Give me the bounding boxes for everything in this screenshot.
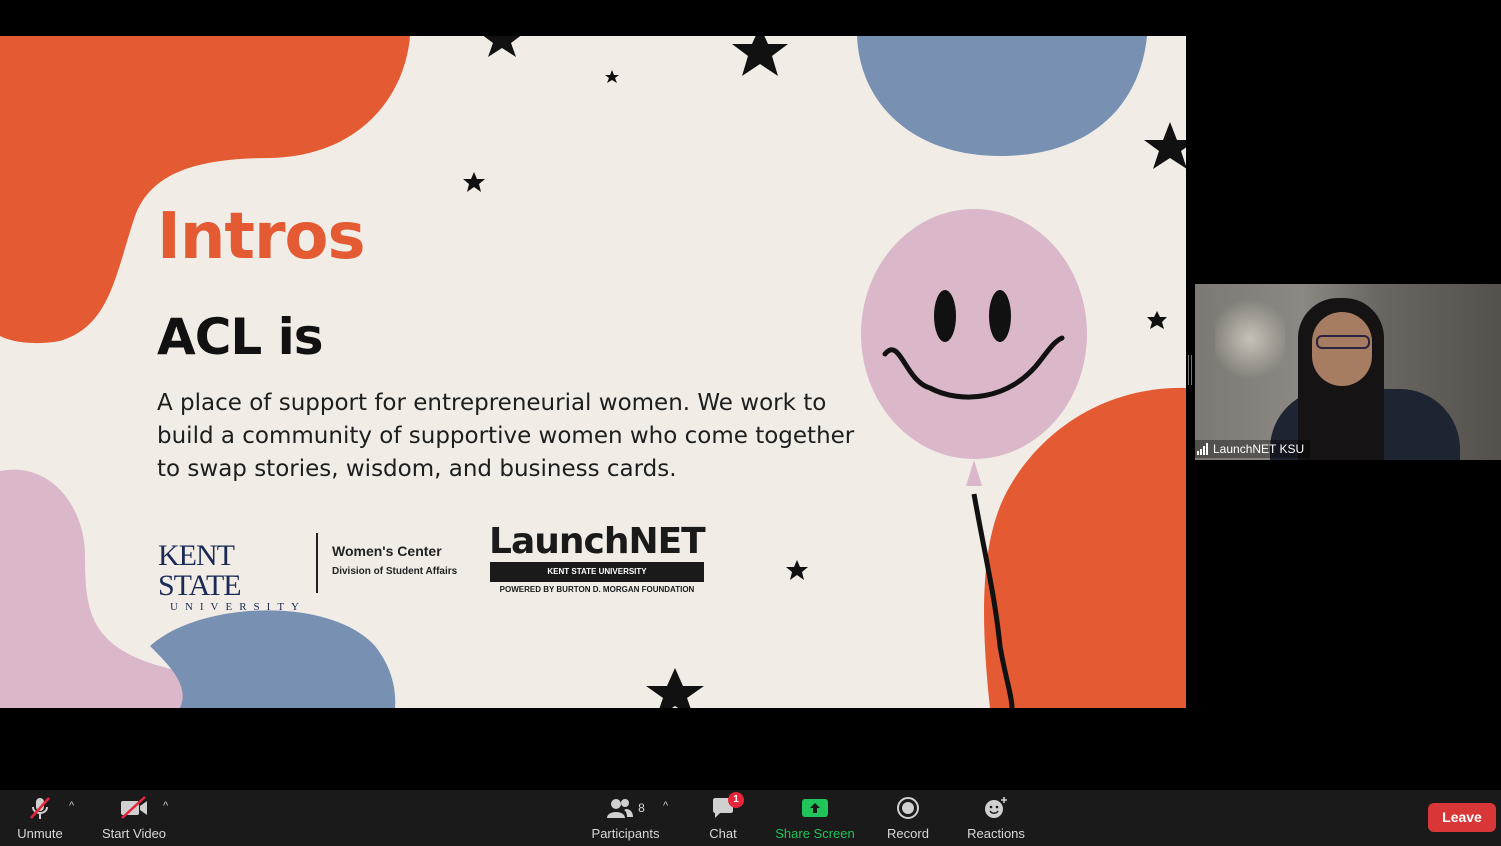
- shared-screen-area: Intros ACL is A place of support for ent…: [0, 0, 1186, 745]
- participants-options-caret[interactable]: ^: [663, 800, 668, 812]
- participants-icon: 8: [606, 790, 645, 826]
- presentation-slide: Intros ACL is A place of support for ent…: [0, 36, 1186, 708]
- panel-resize-handle[interactable]: [1188, 355, 1192, 385]
- participant-video-tile[interactable]: LaunchNET KSU: [1195, 284, 1501, 460]
- participants-button[interactable]: 8 Participants: [588, 790, 663, 846]
- launchnet-logo: LaunchNET: [489, 521, 706, 562]
- share-screen-icon: [801, 790, 829, 826]
- division-subtitle: Division of Student Affairs: [332, 566, 458, 577]
- meeting-toolbar: Unmute ^ Start Video ^ 8 Participants ^ …: [0, 790, 1501, 846]
- participant-name-label: LaunchNET KSU: [1195, 440, 1311, 458]
- reactions-button[interactable]: Reactions: [962, 790, 1030, 846]
- share-screen-button[interactable]: Share Screen: [773, 790, 857, 846]
- womens-center-title: Women's Center: [332, 543, 442, 559]
- kent-state-logo: KENT STATE UNIVERSITY: [158, 541, 308, 614]
- ksu-name: KENT STATE: [158, 539, 242, 602]
- microphone-muted-icon: [27, 790, 53, 826]
- chat-unread-badge: 1: [728, 792, 744, 808]
- video-off-icon: [119, 790, 149, 826]
- slide-title: Intros: [157, 200, 366, 274]
- start-video-button[interactable]: Start Video: [98, 790, 170, 846]
- chat-button[interactable]: 1 Chat: [703, 790, 744, 846]
- participant-count: 8: [638, 801, 645, 815]
- record-icon: [896, 790, 920, 826]
- signal-bars-icon: [1197, 443, 1208, 455]
- unmute-button[interactable]: Unmute: [10, 790, 70, 846]
- slide-subtitle: ACL is: [157, 308, 324, 366]
- record-button[interactable]: Record: [883, 790, 933, 846]
- chat-icon: 1: [711, 790, 744, 826]
- reactions-icon: [983, 790, 1009, 826]
- slide-body-text: A place of support for entrepreneurial w…: [157, 390, 855, 482]
- audio-options-caret[interactable]: ^: [69, 800, 74, 812]
- logo-divider: [316, 533, 318, 593]
- video-options-caret[interactable]: ^: [163, 800, 168, 812]
- ksu-university: UNIVERSITY: [170, 601, 306, 613]
- launchnet-powered: POWERED BY BURTON D. MORGAN FOUNDATION: [499, 585, 695, 594]
- participant-name: LaunchNET KSU: [1213, 442, 1305, 456]
- leave-button[interactable]: Leave: [1428, 803, 1496, 832]
- launchnet-bar: KENT STATE UNIVERSITY: [490, 562, 704, 582]
